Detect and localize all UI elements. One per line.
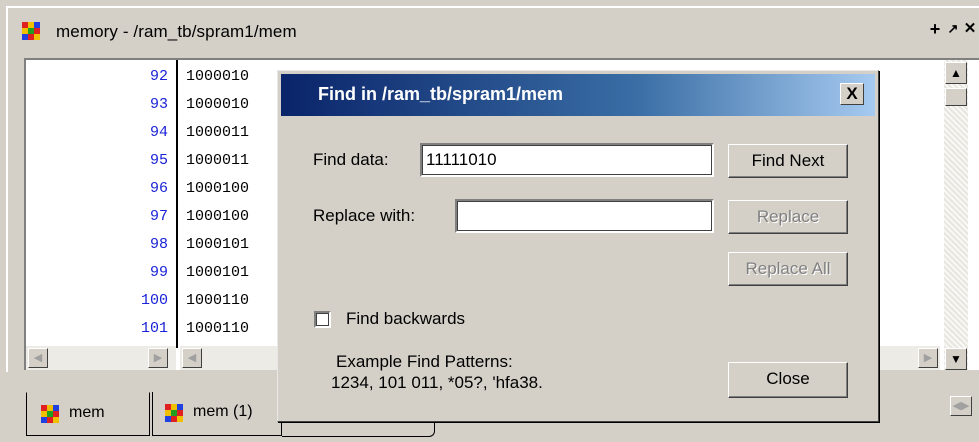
memory-value-cell[interactable]: 1000011: [186, 124, 249, 141]
window-title: memory - /ram_tb/spram1/mem: [56, 22, 297, 41]
address-cell[interactable]: 92: [150, 68, 168, 85]
memory-value-cell[interactable]: 1000101: [186, 236, 249, 253]
scroll-up-icon[interactable]: ▲: [945, 62, 967, 84]
replace-with-label: Replace with:: [313, 206, 416, 225]
scroll-right-icon[interactable]: ▶: [148, 348, 168, 368]
address-cell[interactable]: 98: [150, 236, 168, 253]
address-cell[interactable]: 94: [150, 124, 168, 141]
address-cell[interactable]: 101: [141, 320, 168, 337]
replace-with-input[interactable]: [455, 199, 714, 233]
address-cell[interactable]: 100: [141, 292, 168, 309]
undock-icon[interactable]: ↗: [944, 20, 962, 38]
scroll-left-icon[interactable]: ◀: [182, 348, 202, 368]
memory-value-cell[interactable]: 1000100: [186, 208, 249, 225]
find-next-button[interactable]: Find Next: [728, 144, 848, 178]
address-cell[interactable]: 95: [150, 152, 168, 169]
column-divider: [176, 60, 178, 348]
address-column: 92 93 94 95 96 97 98 99 100 101: [26, 60, 176, 348]
example-patterns-text: 1234, 101 011, *05?, 'hfa38.: [331, 373, 543, 392]
scroll-down-icon[interactable]: ▼: [945, 348, 967, 370]
tab-mem[interactable]: mem: [26, 392, 150, 436]
memory-value-cell[interactable]: 1000100: [186, 180, 249, 197]
scroll-right-icon[interactable]: ▶: [918, 348, 938, 368]
replace-all-button[interactable]: Replace All: [728, 252, 848, 286]
tab-overflow-edge: [282, 422, 435, 437]
scroll-left-icon[interactable]: ◀: [28, 348, 48, 368]
replace-button[interactable]: Replace: [728, 200, 848, 234]
close-window-icon[interactable]: ✕: [961, 20, 979, 38]
address-cell[interactable]: 97: [150, 208, 168, 225]
memory-value-cell[interactable]: 1000010: [186, 68, 249, 85]
address-cell[interactable]: 93: [150, 96, 168, 113]
tab-label: mem (1): [193, 403, 253, 420]
memory-value-cell[interactable]: 1000010: [186, 96, 249, 113]
memory-value-cell[interactable]: 1000110: [186, 292, 249, 309]
dock-icon[interactable]: +: [926, 20, 944, 38]
memory-window-icon: [22, 22, 40, 40]
example-patterns-heading: Example Find Patterns:: [336, 352, 513, 371]
dialog-title: Find in /ram_tb/spram1/mem: [318, 84, 564, 104]
vertical-scrollbar[interactable]: [944, 60, 968, 370]
memory-tab-icon: [165, 404, 183, 422]
address-cell[interactable]: 96: [150, 180, 168, 197]
find-data-input[interactable]: [420, 143, 714, 177]
find-backwards-checkbox[interactable]: [314, 311, 331, 328]
tab-mem-1[interactable]: mem (1): [152, 392, 282, 436]
memory-value-cell[interactable]: 1000011: [186, 152, 249, 169]
memory-value-cell[interactable]: 1000101: [186, 264, 249, 281]
find-data-label: Find data:: [313, 150, 389, 169]
memory-tab-icon: [41, 405, 59, 423]
dialog-close-icon[interactable]: X: [840, 83, 864, 105]
address-cell[interactable]: 99: [150, 264, 168, 281]
scroll-thumb[interactable]: [945, 88, 967, 106]
tab-label: mem: [69, 404, 105, 421]
memory-value-cell[interactable]: 1000110: [186, 320, 249, 337]
find-backwards-label[interactable]: Find backwards: [346, 309, 465, 329]
tab-scroll-icon[interactable]: ◀▶: [950, 396, 972, 416]
close-button[interactable]: Close: [728, 362, 848, 398]
